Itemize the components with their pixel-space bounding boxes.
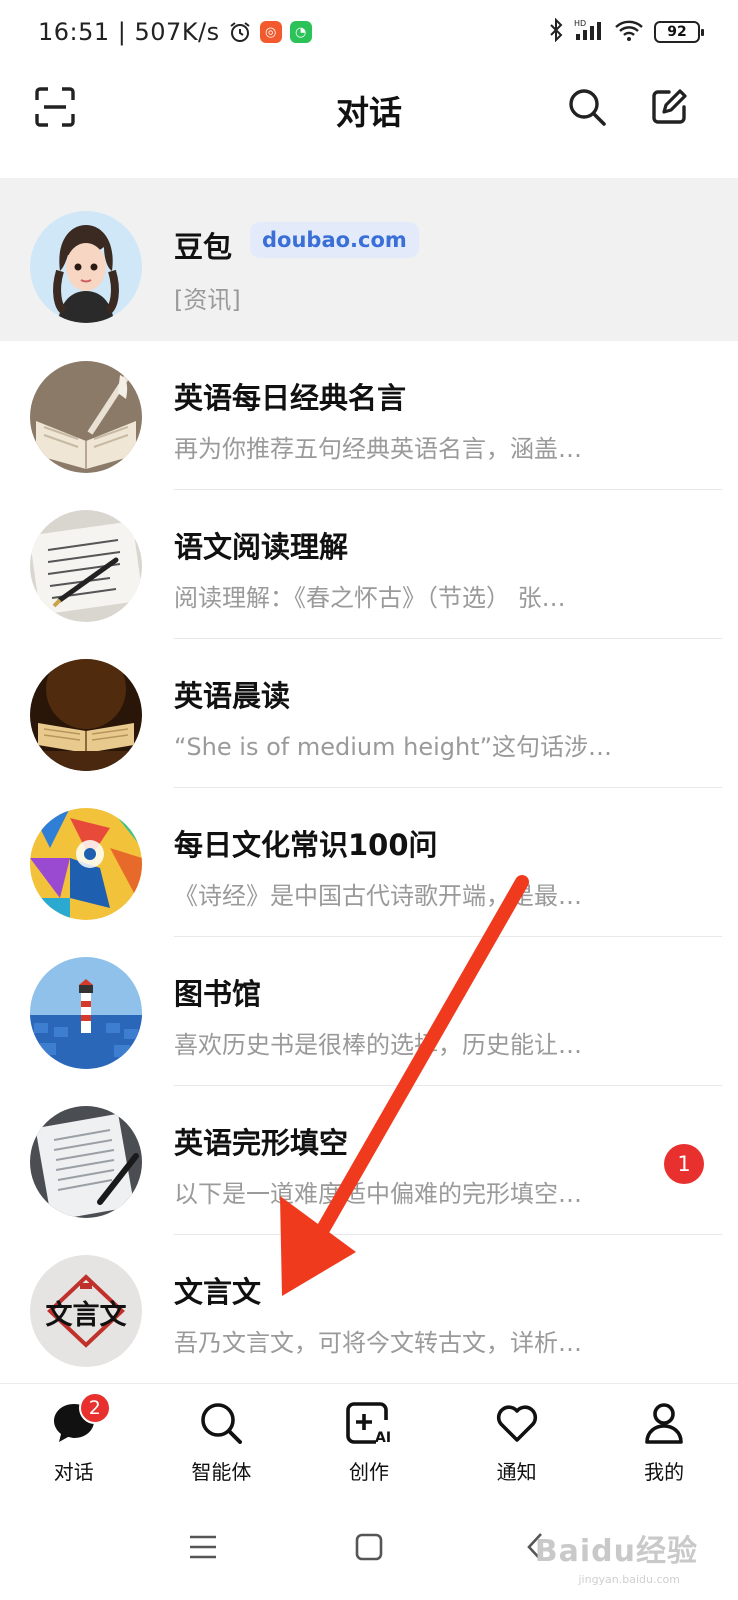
home-icon bbox=[355, 1533, 383, 1560]
menu-icon bbox=[190, 1535, 216, 1558]
chat-preview: 喜欢历史书是很棒的选择，历史能让… bbox=[174, 1031, 582, 1059]
svg-text:AI: AI bbox=[375, 1430, 391, 1446]
avatar: 文言文 bbox=[30, 1255, 142, 1367]
signal-icon: HD bbox=[574, 18, 604, 46]
tab-profile[interactable]: 我的 bbox=[590, 1384, 738, 1493]
chat-name: 语文阅读理解 bbox=[174, 530, 349, 564]
page-title: 对话 bbox=[336, 93, 402, 132]
tab-notifications[interactable]: 通知 bbox=[443, 1384, 591, 1493]
chat-name: 文言文 bbox=[174, 1275, 262, 1309]
chat-preview: [资讯] bbox=[174, 286, 241, 314]
chat-preview: 《诗经》是中国古代诗歌开端，是最… bbox=[174, 882, 582, 910]
tab-agents[interactable]: 智能体 bbox=[148, 1384, 296, 1493]
domain-badge: doubao.com bbox=[250, 222, 419, 258]
avatar bbox=[30, 659, 142, 771]
chat-preview: 吾乃文言文，可将今文转古文，详析… bbox=[174, 1329, 582, 1357]
tab-create[interactable]: AI 创作 bbox=[295, 1384, 443, 1493]
search-button[interactable] bbox=[566, 86, 608, 128]
app-header: 对话 bbox=[0, 64, 738, 152]
avatar bbox=[30, 808, 142, 920]
chat-item-doubao[interactable]: 豆包 doubao.com [资讯] bbox=[0, 178, 738, 341]
chat-preview: 再为你推荐五句经典英语名言，涵盖… bbox=[174, 435, 582, 463]
avatar bbox=[30, 957, 142, 1069]
alarm-icon bbox=[228, 20, 252, 44]
chat-preview: 以下是一道难度适中偏难的完形填空… bbox=[174, 1180, 582, 1208]
avatar-logo-text: 文言文 bbox=[45, 1300, 127, 1331]
tab-label: 创作 bbox=[348, 1460, 389, 1484]
status-time: 16:51 | 507K/s bbox=[38, 18, 220, 46]
chat-name: 英语每日经典名言 bbox=[174, 381, 407, 415]
chat-list: 豆包 doubao.com [资讯] 英语每日经典名言 再为你推荐五句经典英语名… bbox=[0, 178, 738, 1384]
search-icon bbox=[569, 89, 606, 126]
avatar bbox=[30, 361, 142, 473]
chat-preview: “She is of medium height”这句话涉… bbox=[174, 733, 613, 761]
tab-label: 通知 bbox=[496, 1460, 537, 1484]
system-nav-bar: Baidu经验 jingyan.baidu.com bbox=[0, 1493, 738, 1600]
battery-indicator: 92 bbox=[654, 21, 704, 43]
app-notification-icon: ◎ bbox=[259, 21, 282, 43]
chat-bubble-icon: 2 bbox=[49, 1392, 111, 1448]
tab-chat[interactable]: 2 对话 bbox=[0, 1384, 148, 1493]
create-ai-icon: AI bbox=[344, 1398, 394, 1448]
chat-name: 每日文化常识100问 bbox=[174, 828, 438, 862]
chat-item[interactable]: 图书馆 喜欢历史书是很棒的选择，历史能让… bbox=[0, 937, 738, 1086]
tab-label: 我的 bbox=[644, 1460, 685, 1484]
chat-name: 豆包 bbox=[174, 230, 233, 264]
chat-preview: 阅读理解：《春之怀古》（节选） 张… bbox=[174, 584, 566, 612]
compose-button[interactable] bbox=[648, 86, 690, 128]
chat-name: 图书馆 bbox=[174, 977, 262, 1011]
avatar bbox=[30, 211, 142, 323]
watermark: Baidu经验 bbox=[534, 1534, 698, 1569]
user-icon bbox=[639, 1398, 689, 1448]
svg-text:HD: HD bbox=[574, 19, 586, 28]
tab-label: 智能体 bbox=[191, 1460, 252, 1484]
watermark-url: jingyan.baidu.com bbox=[578, 1573, 680, 1586]
tab-bar: 2 对话 智能体 AI 创作 通知 我的 bbox=[0, 1383, 738, 1493]
chat-item[interactable]: 语文阅读理解 阅读理解：《春之怀古》（节选） 张… bbox=[0, 490, 738, 639]
compose-icon bbox=[652, 89, 687, 124]
tab-badge: 2 bbox=[78, 1392, 111, 1424]
unread-badge: 1 bbox=[664, 1144, 704, 1184]
wifi-icon bbox=[614, 18, 644, 46]
menu-button[interactable] bbox=[179, 1523, 227, 1571]
wechat-icon: ◔ bbox=[289, 21, 312, 43]
chat-name: 英语晨读 bbox=[174, 679, 291, 713]
chat-item[interactable]: 英语晨读 “She is of medium height”这句话涉… bbox=[0, 639, 738, 788]
heart-icon bbox=[492, 1398, 542, 1448]
search-icon bbox=[196, 1398, 246, 1448]
chat-item[interactable]: 英语每日经典名言 再为你推荐五句经典英语名言，涵盖… bbox=[0, 341, 738, 490]
bluetooth-icon bbox=[548, 17, 564, 46]
chat-item[interactable]: 英语完形填空 以下是一道难度适中偏难的完形填空… 1 bbox=[0, 1086, 738, 1235]
chat-item[interactable]: 文言文 文言文 吾乃文言文，可将今文转古文，详析… bbox=[0, 1235, 738, 1384]
chat-name: 英语完形填空 bbox=[174, 1126, 349, 1160]
home-button[interactable] bbox=[345, 1523, 393, 1571]
tab-label: 对话 bbox=[53, 1460, 94, 1484]
avatar bbox=[30, 1106, 142, 1218]
status-bar: 16:51 | 507K/s ◎ ◔ HD 92 bbox=[0, 0, 738, 64]
chat-item[interactable]: 每日文化常识100问 《诗经》是中国古代诗歌开端，是最… bbox=[0, 788, 738, 937]
avatar bbox=[30, 510, 142, 622]
